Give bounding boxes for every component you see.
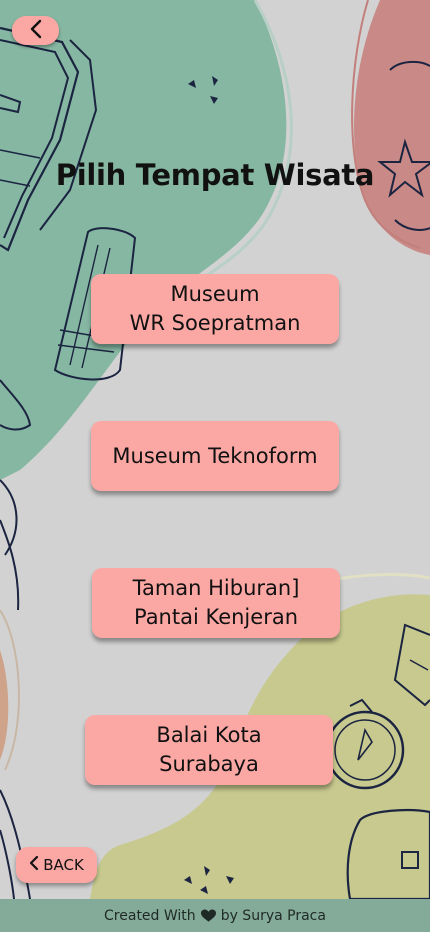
chevron-left-icon [28,19,44,43]
place-button-museum-wr-soepratman[interactable]: Museum WR Soepratman [91,274,339,344]
place-button-taman-hiburan-pantai-kenjeran[interactable]: Taman Hiburan] Pantai Kenjeran [92,568,340,638]
place-button-balai-kota-surabaya[interactable]: Balai Kota Surabaya [85,715,333,785]
place-button-museum-teknoform[interactable]: Museum Teknoform [91,421,339,491]
bottom-back-button[interactable]: BACK [16,847,97,883]
back-label: BACK [43,856,84,874]
chevron-left-icon [29,855,39,875]
footer: Created With by Surya Praca [0,899,430,932]
footer-suffix: by Surya Praca [220,907,326,924]
page-title: Pilih Tempat Wisata [55,158,375,192]
heart-icon [200,908,216,923]
footer-prefix: Created With [104,907,196,924]
top-back-button[interactable] [12,16,59,45]
